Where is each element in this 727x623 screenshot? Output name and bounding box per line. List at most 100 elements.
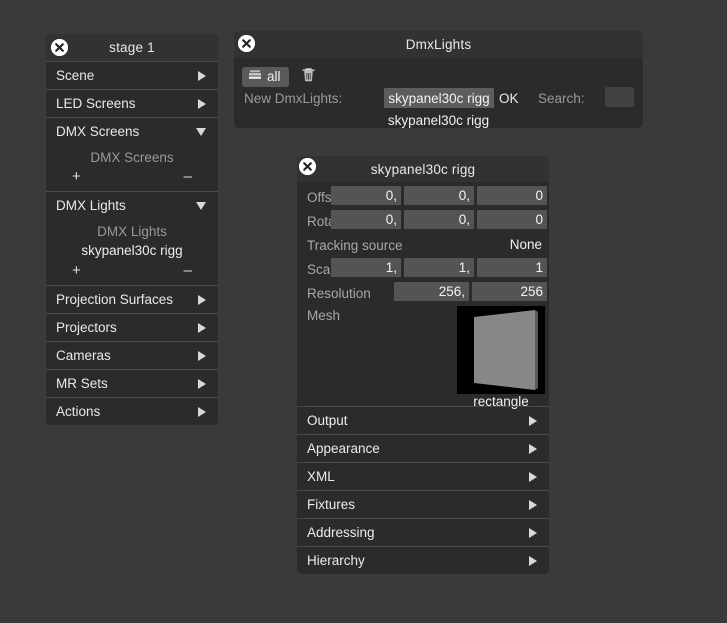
chevron-right-icon — [198, 406, 206, 417]
dmxlights-dialog: DmxLights all New DmxLights: skypanel30c… — [234, 31, 643, 128]
object-properties-panel: skypanel30c rigg Offset 0, 0, 0 Rotation… — [297, 156, 549, 574]
offset-z-input[interactable]: 0 — [477, 186, 547, 205]
outline-row-cameras[interactable]: Cameras — [46, 341, 218, 369]
scale-x-input[interactable]: 1, — [331, 258, 401, 277]
section-label: Fixtures — [307, 497, 356, 512]
scale-y-input[interactable]: 1, — [404, 258, 474, 277]
layers-icon — [248, 69, 262, 84]
remove-button[interactable]: – — [184, 167, 192, 186]
new-dmxlights-label: New DmxLights: — [244, 91, 343, 106]
chevron-down-icon — [196, 201, 206, 210]
outline-titlebar: stage 1 — [46, 34, 218, 61]
chevron-right-icon — [529, 499, 537, 510]
property-row-tracking-source: Tracking source None — [297, 234, 549, 256]
app-root: stage 1 Scene LED Screens DMX Screens DM… — [0, 0, 727, 623]
resolution-fields: 256, 256 — [394, 282, 547, 301]
dmx-lights-group: DMX Lights skypanel30c rigg + – — [46, 219, 218, 285]
rotation-fields: 0, 0, 0 — [331, 210, 547, 229]
rotation-y-input[interactable]: 0, — [404, 210, 474, 229]
search-label: Search: — [538, 91, 585, 106]
dmx-screens-add-remove: + – — [46, 167, 218, 186]
page-title: stage 1 — [109, 40, 155, 55]
resolution-height-input[interactable]: 256 — [472, 282, 547, 301]
scale-z-input[interactable]: 1 — [477, 258, 547, 277]
section-label: XML — [307, 469, 335, 484]
section-label: Hierarchy — [307, 553, 365, 568]
add-button[interactable]: + — [72, 167, 81, 186]
dmx-lights-add-remove: + – — [46, 261, 218, 280]
outline-row-label: Cameras — [56, 348, 111, 363]
search-input[interactable] — [605, 87, 634, 107]
section-appearance[interactable]: Appearance — [297, 434, 549, 462]
close-icon[interactable] — [299, 158, 316, 175]
properties-titlebar: skypanel30c rigg — [297, 156, 549, 182]
outline-row-mr-sets[interactable]: MR Sets — [46, 369, 218, 397]
chevron-right-icon — [529, 415, 537, 426]
outline-row-label: DMX Lights — [56, 198, 126, 213]
tracking-source-value[interactable]: None — [510, 234, 542, 256]
dmxlights-titlebar: DmxLights — [234, 31, 643, 58]
section-label: Appearance — [307, 441, 380, 456]
dmx-lights-heading: DMX Lights — [97, 224, 167, 239]
list-item[interactable]: skypanel30c rigg — [46, 241, 218, 261]
outline-row-label: DMX Screens — [56, 124, 140, 139]
dmxlights-toolbar: all — [242, 66, 316, 88]
outline-row-led-screens[interactable]: LED Screens — [46, 89, 218, 117]
rotation-x-input[interactable]: 0, — [331, 210, 401, 229]
section-hierarchy[interactable]: Hierarchy — [297, 546, 549, 574]
chevron-right-icon — [529, 443, 537, 454]
property-row-mesh: Mesh rectangle — [297, 306, 549, 409]
select-all-button[interactable]: all — [242, 67, 289, 87]
outline-row-dmx-screens[interactable]: DMX Screens — [46, 117, 218, 145]
resolution-width-input[interactable]: 256, — [394, 282, 469, 301]
offset-x-input[interactable]: 0, — [331, 186, 401, 205]
section-output[interactable]: Output — [297, 406, 549, 434]
section-label: Addressing — [307, 525, 375, 540]
outline-row-scene[interactable]: Scene — [46, 61, 218, 89]
outline-row-actions[interactable]: Actions — [46, 397, 218, 425]
chevron-right-icon — [529, 555, 537, 566]
dmx-screens-heading: DMX Screens — [90, 150, 174, 165]
scale-fields: 1, 1, 1 — [331, 258, 547, 277]
rectangle-mesh-preview-icon[interactable] — [457, 306, 545, 394]
outline-row-projectors[interactable]: Projectors — [46, 313, 218, 341]
rotation-z-input[interactable]: 0 — [477, 210, 547, 229]
property-row-resolution: Resolution 256, 256 — [297, 282, 549, 304]
chevron-right-icon — [529, 527, 537, 538]
section-xml[interactable]: XML — [297, 462, 549, 490]
property-row-offset: Offset 0, 0, 0 — [297, 186, 549, 208]
chevron-right-icon — [198, 294, 206, 305]
list-item[interactable]: skypanel30c rigg — [234, 113, 643, 128]
section-label: Output — [307, 413, 348, 428]
dialog-title: DmxLights — [405, 37, 472, 52]
chevron-right-icon — [198, 70, 206, 81]
outline-row-projection-surfaces[interactable]: Projection Surfaces — [46, 285, 218, 313]
ok-button[interactable]: OK — [499, 91, 519, 106]
close-icon[interactable] — [238, 35, 255, 52]
stage-outline-panel: stage 1 Scene LED Screens DMX Screens DM… — [46, 34, 218, 425]
outline-row-label: LED Screens — [56, 96, 136, 111]
dmx-screens-group: DMX Screens + – — [46, 145, 218, 191]
trash-icon[interactable] — [301, 66, 316, 88]
property-label: Tracking source — [307, 237, 403, 253]
close-icon[interactable] — [51, 39, 68, 56]
outline-row-label: Actions — [56, 404, 101, 419]
property-label: Resolution — [307, 285, 371, 301]
offset-fields: 0, 0, 0 — [331, 186, 547, 205]
add-button[interactable]: + — [72, 261, 81, 280]
outline-row-label: Scene — [56, 68, 95, 83]
properties-body: Offset 0, 0, 0 Rotation 0, 0, 0 Tracking… — [297, 182, 549, 574]
chevron-right-icon — [198, 98, 206, 109]
new-dmxlights-input[interactable]: skypanel30c rigg — [384, 88, 494, 108]
offset-y-input[interactable]: 0, — [404, 186, 474, 205]
section-fixtures[interactable]: Fixtures — [297, 490, 549, 518]
chevron-right-icon — [198, 322, 206, 333]
chevron-down-icon — [196, 127, 206, 136]
section-addressing[interactable]: Addressing — [297, 518, 549, 546]
property-row-scale: Scale 1, 1, 1 — [297, 258, 549, 280]
outline-row-dmx-lights[interactable]: DMX Lights — [46, 191, 218, 219]
select-all-label: all — [267, 69, 281, 84]
remove-button[interactable]: – — [184, 261, 192, 280]
outline-row-label: Projectors — [56, 320, 117, 335]
outline-row-label: Projection Surfaces — [56, 292, 174, 307]
